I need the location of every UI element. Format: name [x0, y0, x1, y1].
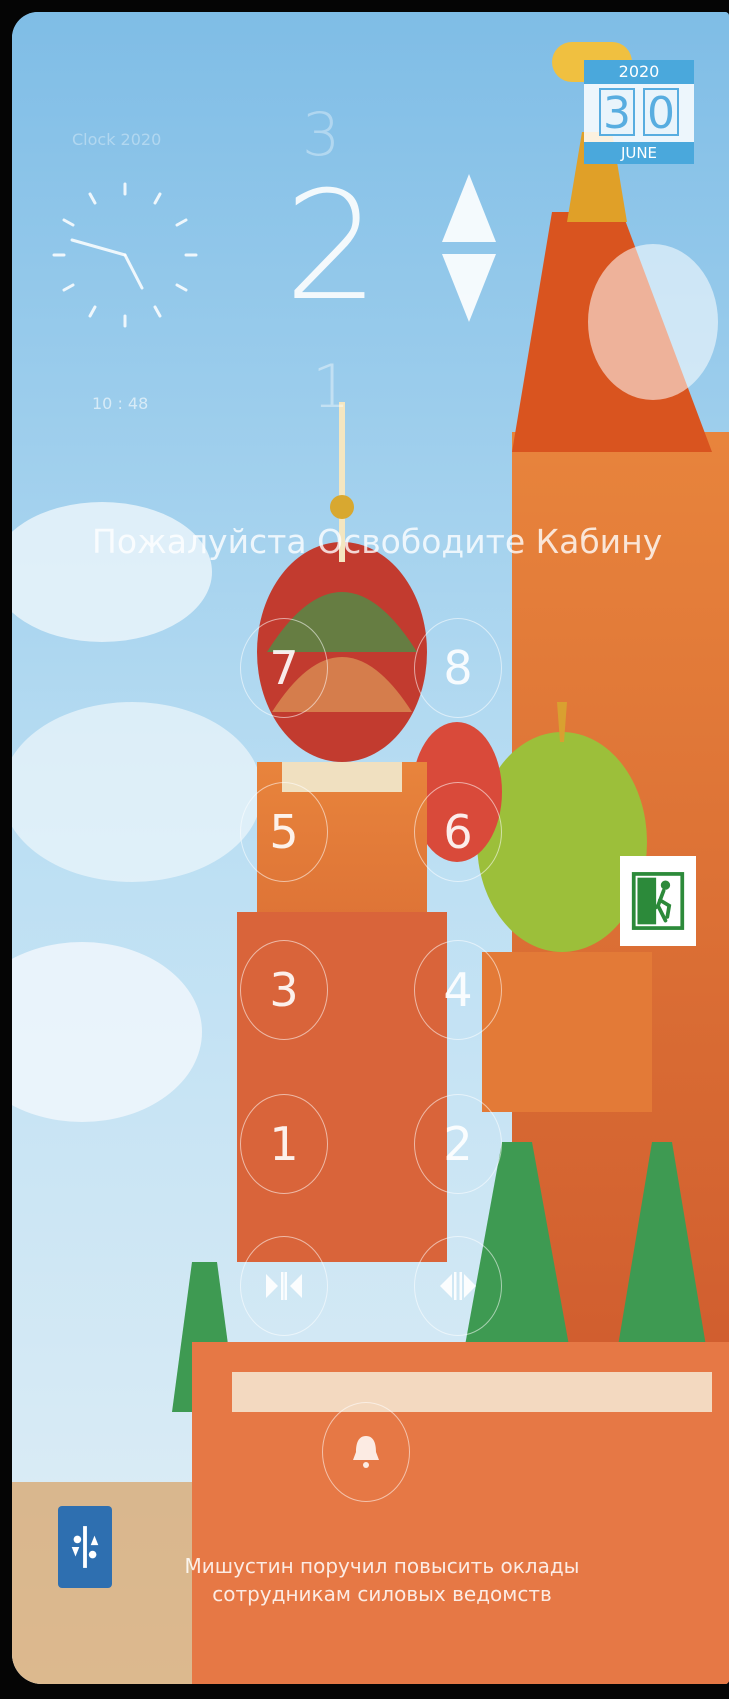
door-close-button[interactable]: [414, 1236, 502, 1336]
door-close-icon: [440, 1272, 476, 1300]
elevator-display: 2020 3 0 JUNE Clock 2020 10: 48 3 2 1 П…: [12, 12, 729, 1684]
call-button[interactable]: [322, 1402, 410, 1502]
bell-icon: [353, 1436, 379, 1468]
calendar-day-digit: 0: [643, 88, 679, 138]
door-open-button[interactable]: [240, 1236, 328, 1336]
digital-time: 10 : 48: [92, 394, 149, 413]
floor-below: 1: [312, 352, 351, 422]
floor-button-5[interactable]: 5: [240, 782, 328, 882]
current-floor: 2: [284, 160, 380, 334]
floor-button-label: 2: [443, 1117, 473, 1171]
door-open-icon: [266, 1272, 302, 1300]
clock-title: Clock 2020: [72, 130, 162, 149]
floor-button-label: 6: [443, 805, 473, 859]
floor-button-label: 1: [269, 1117, 299, 1171]
direction-arrows-icon: [442, 174, 496, 322]
floor-button-label: 4: [443, 963, 473, 1017]
news-ticker: Мишустин поручил повысить оклады сотрудн…: [184, 1554, 580, 1606]
floor-button-6[interactable]: 6: [414, 782, 502, 882]
floor-button-3[interactable]: 3: [240, 940, 328, 1040]
status-message: Пожалуйста Освободите Кабину: [92, 522, 663, 561]
floor-button-2[interactable]: 2: [414, 1094, 502, 1194]
analog-clock-icon: [52, 182, 198, 328]
floor-button-1[interactable]: 1: [240, 1094, 328, 1194]
calendar-year: 2020: [584, 60, 694, 84]
floor-button-7[interactable]: 7: [240, 618, 328, 718]
floor-button-label: 3: [269, 963, 299, 1017]
elevator-logo-icon: [58, 1506, 112, 1588]
floor-button-label: 5: [269, 805, 299, 859]
calendar-day-digit: 3: [599, 88, 635, 138]
floor-button-4[interactable]: 4: [414, 940, 502, 1040]
floor-button-label: 8: [443, 641, 473, 695]
floor-button-label: 7: [269, 641, 299, 695]
emergency-exit-icon: [620, 856, 696, 946]
floor-button-8[interactable]: 8: [414, 618, 502, 718]
calendar-day: 3 0: [584, 84, 694, 142]
calendar-month: JUNE: [584, 142, 694, 164]
date-widget: 2020 3 0 JUNE: [584, 60, 694, 164]
door-status-indicator: [588, 244, 718, 400]
